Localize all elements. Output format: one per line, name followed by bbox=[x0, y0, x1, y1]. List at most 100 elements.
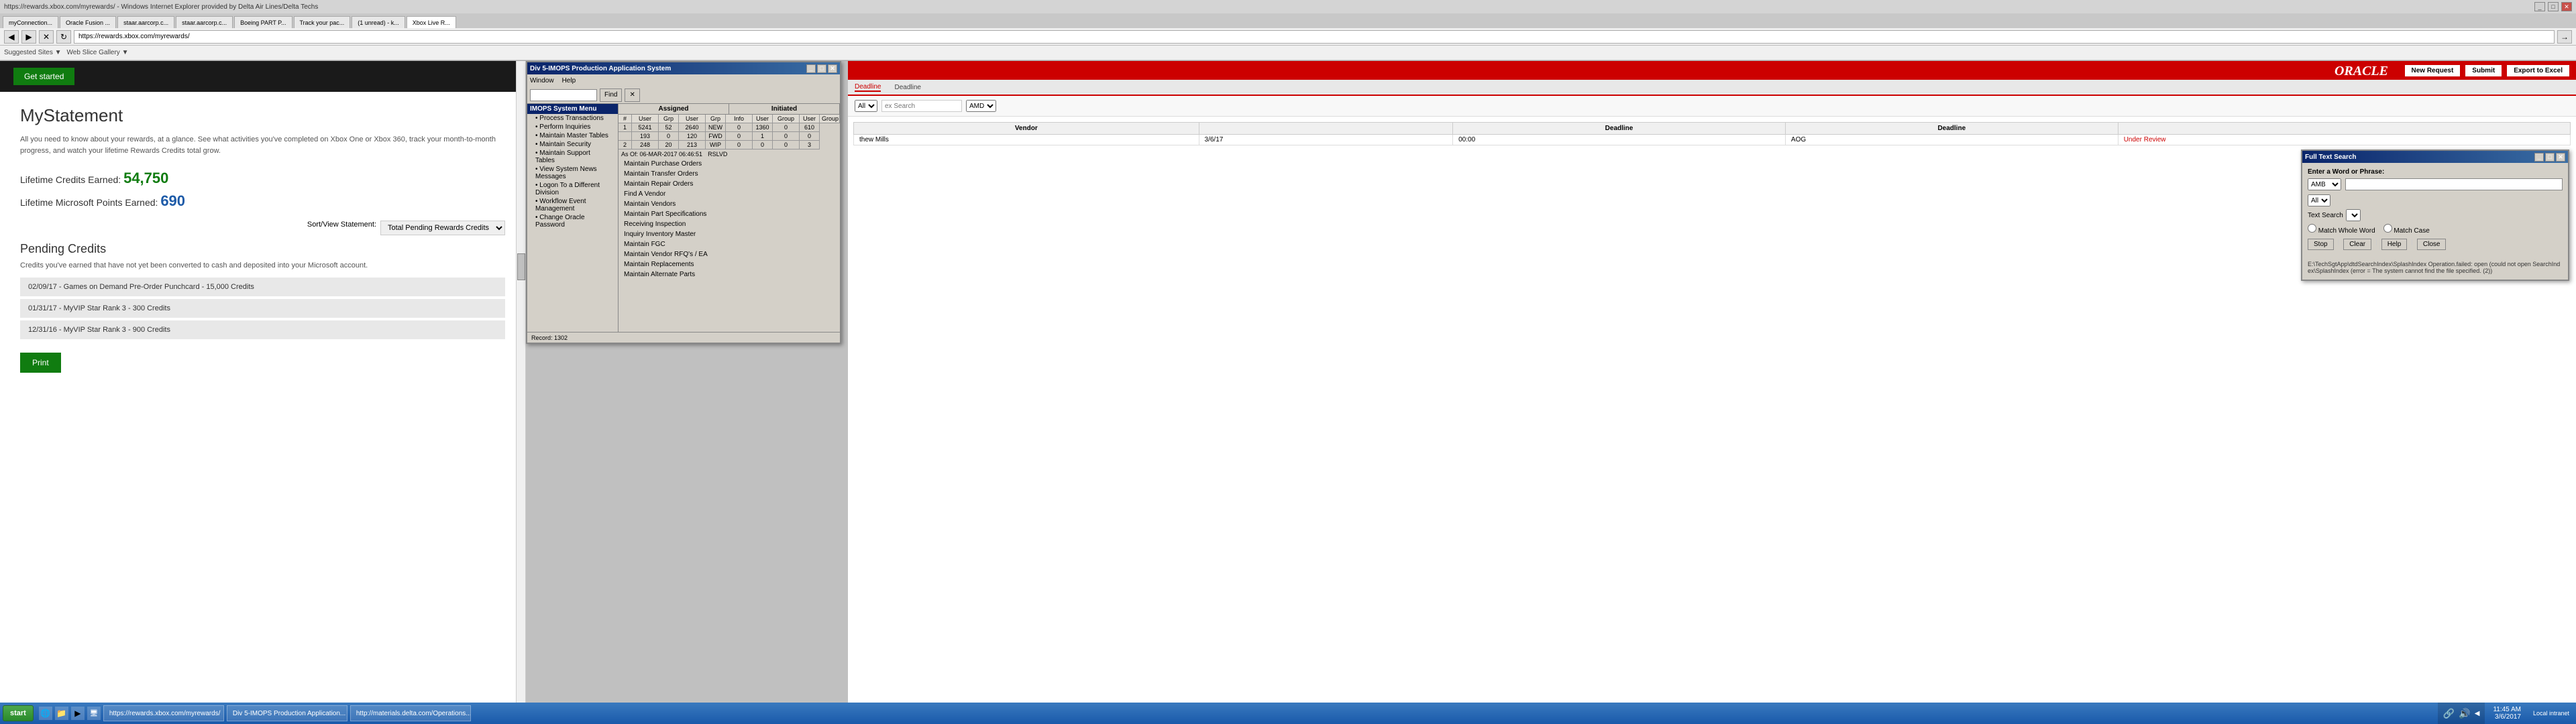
radio-case[interactable] bbox=[2383, 224, 2392, 233]
nav-fgc[interactable]: Maintain FGC bbox=[619, 239, 840, 249]
search-input[interactable] bbox=[881, 100, 962, 112]
nav-alternate-parts[interactable]: Maintain Alternate Parts bbox=[619, 269, 840, 280]
show-desktop-icon[interactable]: 🖥 bbox=[87, 707, 101, 720]
clear-btn[interactable]: ✕ bbox=[625, 88, 639, 102]
nav-workflow[interactable]: • Workflow Event Management bbox=[527, 197, 618, 213]
radio-whole-word[interactable] bbox=[2308, 224, 2316, 233]
xbox-scrollbar[interactable] bbox=[516, 61, 525, 703]
forward-button[interactable]: ▶ bbox=[21, 30, 36, 44]
imops-status-bar: Record: 1302 bbox=[527, 332, 840, 343]
network-icon: 🔗 bbox=[2443, 708, 2455, 719]
nav-replacements[interactable]: Maintain Replacements bbox=[619, 259, 840, 269]
pending-item-3: 12/31/16 - MyVIP Star Rank 3 - 900 Credi… bbox=[20, 320, 505, 339]
stop-button[interactable]: Stop bbox=[2308, 239, 2334, 250]
tab-myconnection[interactable]: myConnection... bbox=[3, 16, 58, 28]
close-button[interactable]: ✕ bbox=[2561, 2, 2572, 11]
grid-row-1[interactable]: 1 5241 52 2640 NEW 0 1360 0 610 bbox=[619, 123, 840, 132]
search-all-select[interactable]: All bbox=[2308, 194, 2330, 206]
help-button[interactable]: Help bbox=[2381, 239, 2408, 250]
search-minimize[interactable]: _ bbox=[2534, 153, 2544, 162]
nav-logon-different[interactable]: • Logon To a Different Division bbox=[527, 181, 618, 197]
menu-help[interactable]: Help bbox=[562, 77, 576, 84]
nav-maintain-security[interactable]: • Maintain Security bbox=[527, 140, 618, 149]
stop-button[interactable]: ✕ bbox=[39, 30, 54, 44]
record-count: Record: 1302 bbox=[531, 335, 568, 341]
tab-unread[interactable]: (1 unread) - k... bbox=[352, 16, 405, 28]
grid-row-3[interactable]: 2 248 20 213 WIP 0 0 0 3 bbox=[619, 141, 840, 149]
nav-change-password[interactable]: • Change Oracle Password bbox=[527, 213, 618, 229]
arrow-icon[interactable]: ◀ bbox=[2475, 710, 2480, 717]
nav-inquiry-inventory[interactable]: Inquiry Inventory Master bbox=[619, 229, 840, 239]
nav-vendors[interactable]: Maintain Vendors bbox=[619, 199, 840, 209]
nav-perform-inquiries[interactable]: • Perform Inquiries bbox=[527, 123, 618, 131]
radio-match-whole[interactable]: Match Whole Word bbox=[2308, 224, 2375, 235]
search-maximize[interactable]: □ bbox=[2545, 153, 2555, 162]
tab-boeing[interactable]: Boeing PART P... bbox=[234, 16, 292, 28]
radio-match-case[interactable]: Match Case bbox=[2383, 224, 2430, 235]
go-button[interactable]: → bbox=[2557, 30, 2572, 44]
nav-part-specs[interactable]: Maintain Part Specifications bbox=[619, 209, 840, 219]
search-type-select[interactable] bbox=[2346, 209, 2361, 221]
nav-maintain-master[interactable]: • Maintain Master Tables bbox=[527, 131, 618, 140]
tab-staar-2[interactable]: staar.aarcorp.c... bbox=[176, 16, 233, 28]
bookmark-webslice[interactable]: Web Slice Gallery ▼ bbox=[67, 49, 129, 56]
error-message: E:\TechSgtApp\dtdSearchIndex\SplashIndex… bbox=[2302, 255, 2568, 280]
tab-deadline-2[interactable]: Deadline bbox=[894, 84, 920, 91]
taskbar-item-imops[interactable]: Div 5-IMOPS Production Application... bbox=[227, 705, 347, 721]
tab-deadline-1[interactable]: Deadline bbox=[855, 83, 881, 92]
media-icon[interactable]: ▶ bbox=[71, 707, 85, 720]
nav-maintain-support[interactable]: • Maintain Support Tables bbox=[527, 149, 618, 165]
imops-toolbar: Find ✕ bbox=[527, 86, 840, 104]
maximize-button[interactable]: □ bbox=[2548, 2, 2559, 11]
clear-button[interactable]: Clear bbox=[2343, 239, 2371, 250]
taskbar-item-xbox[interactable]: https://rewards.xbox.com/myrewards/ bbox=[103, 705, 224, 721]
find-button[interactable]: Find bbox=[600, 88, 622, 102]
sort-select[interactable]: Total Pending Rewards Credits bbox=[380, 221, 505, 235]
col-g4: Group bbox=[820, 115, 840, 123]
xbox-scroll-thumb[interactable] bbox=[517, 253, 525, 280]
submit-button[interactable]: Submit bbox=[2465, 65, 2502, 76]
address-bar[interactable] bbox=[74, 30, 2555, 44]
menu-window[interactable]: Window bbox=[530, 77, 554, 84]
nav-receiving[interactable]: Receiving Inspection bbox=[619, 219, 840, 229]
col-u4: User bbox=[800, 115, 820, 123]
nav-repair-orders[interactable]: Maintain Repair Orders bbox=[619, 179, 840, 189]
start-button[interactable]: start bbox=[3, 705, 34, 721]
print-button[interactable]: Print bbox=[20, 353, 61, 373]
nav-find-vendor[interactable]: Find A Vendor bbox=[619, 189, 840, 199]
imops-close[interactable]: ✕ bbox=[828, 64, 837, 73]
tab-staar-1[interactable]: staar.aarcorp.c... bbox=[117, 16, 174, 28]
imops-minimize[interactable]: _ bbox=[806, 64, 816, 73]
tab-track[interactable]: Track your pac... bbox=[294, 16, 351, 28]
bookmark-suggested[interactable]: Suggested Sites ▼ bbox=[4, 49, 62, 56]
grid-row-2[interactable]: 193 0 120 FWD 0 1 0 0 bbox=[619, 132, 840, 141]
nav-view-news[interactable]: • View System News Messages bbox=[527, 165, 618, 181]
search-phrase-input[interactable] bbox=[2345, 178, 2563, 190]
refresh-button[interactable]: ↻ bbox=[56, 30, 71, 44]
nav-vendor-rfq[interactable]: Maintain Vendor RFQ's / EA bbox=[619, 249, 840, 259]
imops-maximize[interactable]: □ bbox=[817, 64, 826, 73]
back-button[interactable]: ◀ bbox=[4, 30, 19, 44]
new-request-button[interactable]: New Request bbox=[2405, 65, 2461, 76]
tab-xbox[interactable]: Xbox Live R... bbox=[407, 16, 456, 28]
search-dropdown[interactable]: AMB bbox=[2308, 178, 2341, 190]
pending-desc: Credits you've earned that have not yet … bbox=[20, 261, 505, 269]
close-search-button[interactable]: Close bbox=[2417, 239, 2447, 250]
nav-transfer-orders[interactable]: Maintain Transfer Orders bbox=[619, 169, 840, 179]
ie-icon[interactable]: 🌐 bbox=[39, 707, 52, 720]
export-excel-button[interactable]: Export to Excel bbox=[2507, 65, 2569, 76]
find-input[interactable] bbox=[530, 89, 597, 101]
volume-icon[interactable]: 🔊 bbox=[2459, 708, 2470, 719]
taskbar-item-delta[interactable]: http://materials.delta.com/Operations... bbox=[350, 705, 471, 721]
nav-process-transactions[interactable]: • Process Transactions bbox=[527, 114, 618, 123]
minimize-button[interactable]: _ bbox=[2534, 2, 2545, 11]
search-close[interactable]: ✕ bbox=[2556, 153, 2565, 162]
col-status: Info bbox=[726, 115, 753, 123]
get-started-button[interactable]: Get started bbox=[13, 68, 74, 85]
nav-purchase-orders[interactable]: Maintain Purchase Orders bbox=[619, 159, 840, 169]
cell-r2-3: 0 bbox=[659, 132, 679, 141]
all-filter-select[interactable]: All bbox=[855, 100, 877, 112]
tab-oracle-fusion[interactable]: Oracle Fusion ... bbox=[60, 16, 116, 28]
amd-filter-select[interactable]: AMD bbox=[966, 100, 996, 112]
folder-icon[interactable]: 📁 bbox=[55, 707, 68, 720]
